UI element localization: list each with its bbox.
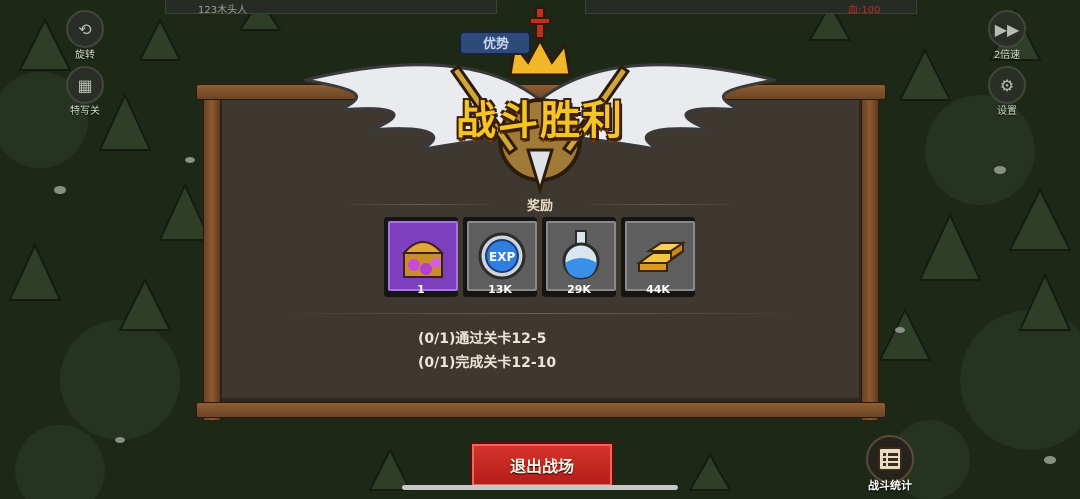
- enemy-hp-text: 血:100: [848, 5, 881, 16]
- board-rail-bottom: [196, 402, 886, 418]
- rotate-label: 旋转: [75, 50, 95, 61]
- reward-count-gold: 44K: [646, 283, 670, 296]
- list-icon: [878, 447, 902, 471]
- closeup-button[interactable]: ▦ 特写关: [64, 66, 106, 117]
- home-indicator[interactable]: [402, 485, 678, 490]
- settings-label: 设置: [997, 106, 1017, 117]
- potion-flask-icon: [562, 230, 600, 280]
- victory-title: 战斗胜利: [456, 98, 624, 144]
- speed-label: 2倍速: [993, 50, 1021, 61]
- tasks-divider: [275, 313, 805, 314]
- battle-stats-button[interactable]: 战斗统计: [858, 435, 922, 493]
- rewards-title: 奖励: [526, 199, 553, 214]
- board-post-right: [861, 84, 879, 421]
- board-post-left: [203, 84, 221, 421]
- svg-text:EXP: EXP: [489, 250, 515, 264]
- reward-slot-potion[interactable]: 29K: [542, 217, 616, 297]
- speed-button[interactable]: ▶▶ 2倍速: [986, 10, 1028, 61]
- fast-forward-icon: ▶▶: [988, 10, 1026, 48]
- reward-count-chest: 1: [417, 283, 425, 296]
- reward-slot-exp[interactable]: EXP 13K: [463, 217, 537, 297]
- exp-icon: EXP: [478, 232, 526, 280]
- gear-icon: ⚙: [988, 66, 1026, 104]
- gold-bars-icon: [635, 241, 687, 272]
- settings-button[interactable]: ⚙ 设置: [986, 66, 1028, 117]
- rewards-divider-left: [340, 204, 500, 205]
- battle-stats-label: 战斗统计: [868, 479, 912, 492]
- rotate-icon: ⟲: [66, 10, 104, 48]
- closeup-label: 特写关: [70, 106, 100, 117]
- reward-count-potion: 29K: [567, 283, 591, 296]
- player-name: 123木头人: [198, 5, 248, 16]
- reward-count-exp: 13K: [488, 283, 512, 296]
- reward-slot-gold[interactable]: 44K: [621, 217, 695, 297]
- task-item: (0/1)通过关卡12-5: [418, 331, 547, 347]
- task-item: (0/1)完成关卡12-10: [418, 355, 557, 371]
- rewards-divider-right: [580, 204, 740, 205]
- exit-battle-button[interactable]: 退出战场: [470, 442, 614, 488]
- reward-slot-chest[interactable]: 1: [384, 217, 458, 297]
- treasure-chest-icon: [401, 241, 445, 278]
- film-icon: ▦: [66, 66, 104, 104]
- advantage-banner-text: 优势: [483, 36, 509, 52]
- rotate-button[interactable]: ⟲ 旋转: [64, 10, 106, 61]
